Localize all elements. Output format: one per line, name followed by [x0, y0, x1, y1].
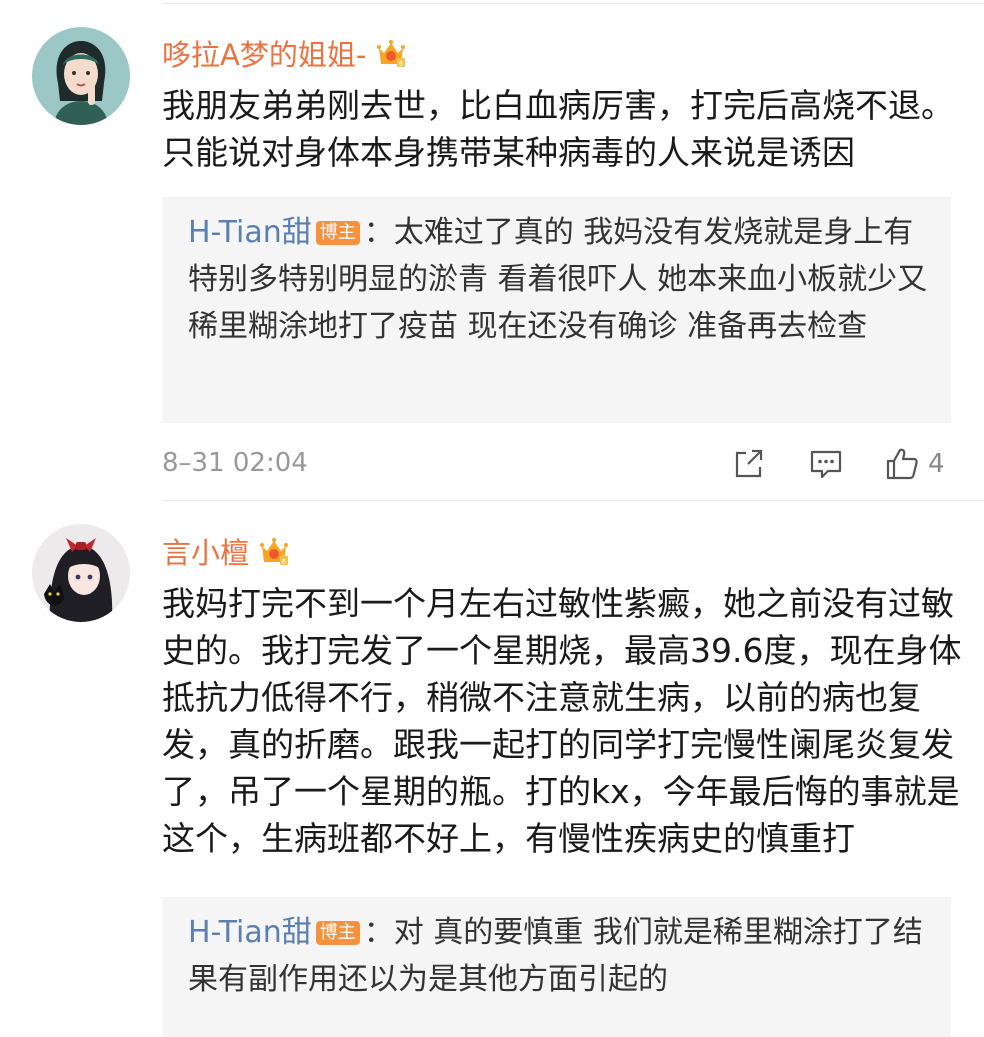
author-badge: 博主 — [315, 221, 360, 245]
share-button[interactable] — [732, 444, 766, 484]
comment-meta: 8–31 02:04 4 — [162, 444, 950, 484]
comment-icon — [810, 450, 842, 479]
avatar[interactable] — [32, 524, 130, 622]
comment-body: 我妈打完不到一个月左右过敏性紫癜，她之前没有过敏 史的。我打完发了一个星期烧，最… — [162, 584, 962, 858]
comment-body: 我朋友弟弟刚去世，比白血病厉害，打完后高烧不退。 只能说对身体本身携带某种病毒的… — [162, 86, 954, 172]
timestamp: 8–31 02:04 — [162, 448, 308, 478]
like-button[interactable]: 4 — [884, 444, 945, 484]
comment-divider — [162, 500, 984, 501]
reply-text: H-Tian甜 博主 ：对 真的要慎重 我们就是稀里糊涂打了结果有副作用还以为是其他… — [188, 909, 931, 1003]
username-text[interactable]: 哆拉A梦的姐姐- — [162, 32, 366, 74]
username[interactable]: 哆拉A梦的姐姐- 6 — [162, 32, 408, 74]
reply-username[interactable]: H-Tian甜 — [188, 915, 312, 950]
svg-text:6: 6 — [399, 60, 404, 68]
author-badge: 博主 — [315, 921, 360, 945]
reply-box[interactable]: H-Tian甜 博主 ：太难过了真的 我妈没有发烧就是身上有特别多特别明显的淤青 看… — [162, 197, 951, 423]
avatar[interactable] — [32, 27, 130, 125]
thumbs-up-icon — [886, 448, 918, 480]
reply-box[interactable]: H-Tian甜 博主 ：对 真的要慎重 我们就是稀里糊涂打了结果有副作用还以为是其他… — [162, 897, 951, 1037]
vip-crown-icon: 6 — [377, 40, 406, 68]
reply-text: H-Tian甜 博主 ：太难过了真的 我妈没有发烧就是身上有特别多特别明显的淤青 看… — [188, 209, 931, 350]
share-icon — [735, 449, 763, 478]
reply-button[interactable] — [808, 444, 844, 484]
reply-username[interactable]: H-Tian甜 — [188, 215, 312, 250]
like-count: 4 — [928, 449, 945, 479]
username-text[interactable]: 言小檀 — [162, 530, 249, 572]
vip-crown-icon: 6 — [260, 538, 289, 566]
top-divider — [162, 3, 984, 4]
svg-text:6: 6 — [282, 558, 287, 566]
username[interactable]: 言小檀 6 — [162, 530, 291, 572]
